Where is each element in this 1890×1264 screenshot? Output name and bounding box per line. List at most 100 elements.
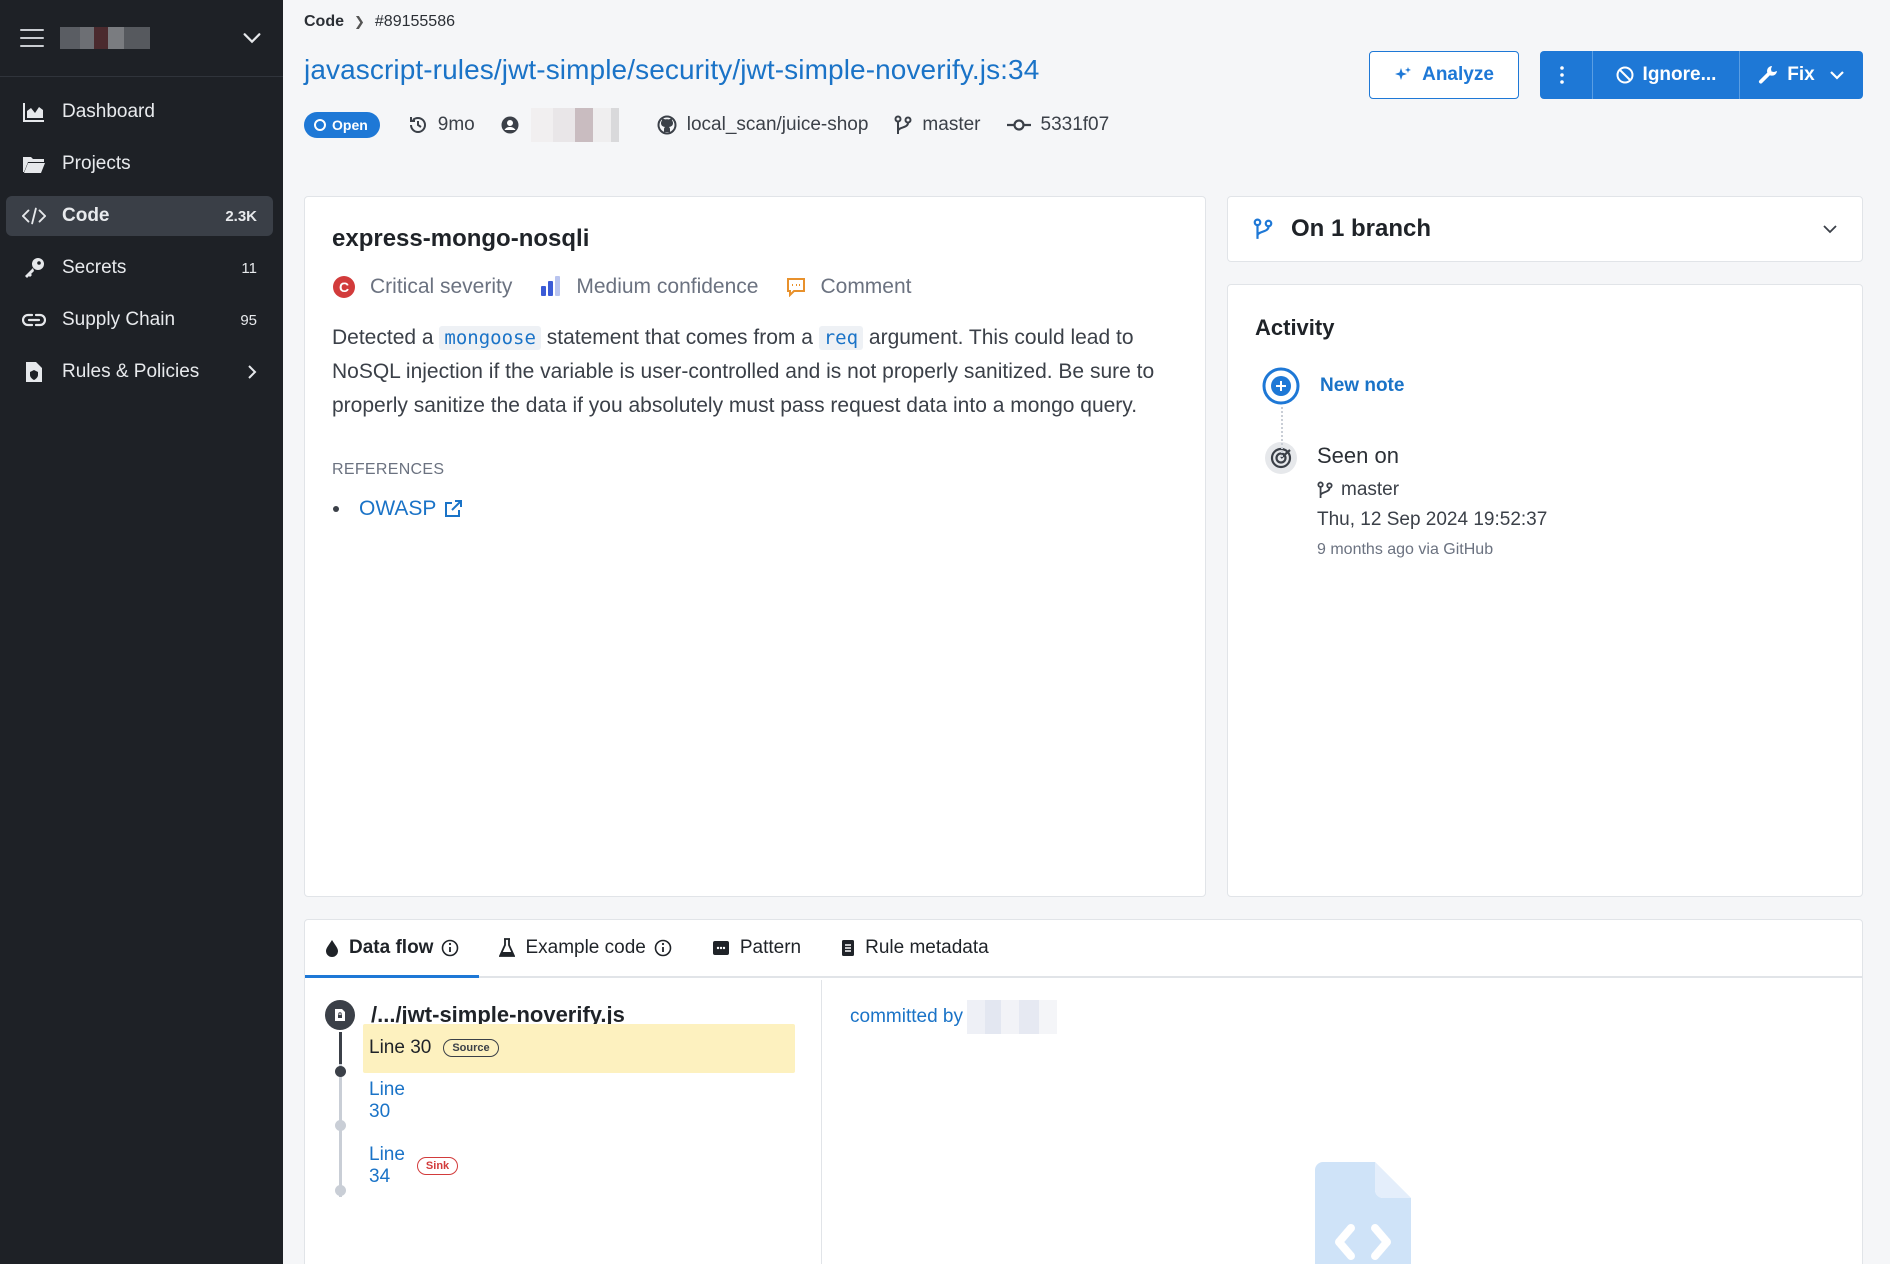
reference-link[interactable]: OWASP [359,497,436,521]
sidebar-item-code[interactable]: Code 2.3K [6,196,273,236]
dataflow-trace: /.../jwt-simple-noverify.js Line 30 Sour… [305,980,822,1264]
trace-step-label: Line 30 [369,1037,432,1058]
tab-label: Rule metadata [865,937,989,958]
status-badge: Open [304,112,380,138]
code-icon [22,204,46,228]
chevron-down-icon [1829,71,1844,80]
finding-author [501,108,631,142]
git-branch-icon [894,115,912,134]
chevron-down-icon[interactable] [241,27,263,49]
author-avatar-redacted [530,108,631,142]
trace-dot [335,1066,346,1077]
sparkle-icon [1395,67,1412,80]
activity-timeline: New note Seen on master Thu, 12 Sep 2024… [1255,367,1835,559]
trace-step-box[interactable]: Line 34 Sink [363,1142,459,1191]
droplet-icon [326,940,338,957]
repo-link[interactable]: local_scan/juice-shop [657,114,868,136]
tab-rule-metadata[interactable]: Rule metadata [821,920,1009,976]
finding-meta: Open 9mo local_scan/juice-shop master 53… [304,108,1135,142]
seen-on-body: Seen on master Thu, 12 Sep 2024 19:52:37… [1317,439,1547,559]
fix-label: Fix [1787,64,1815,85]
sidebar-item-supply-chain[interactable]: Supply Chain 95 [6,300,273,340]
chevron-right-icon: ❯ [354,14,365,29]
sidebar-item-label: Code [62,205,110,226]
trace-step-box[interactable]: Line 30 Source [363,1023,795,1073]
trace-step-box[interactable]: Line 30 [363,1077,405,1126]
new-note-button[interactable]: New note [1320,367,1404,405]
chevron-right-icon [248,365,257,379]
tab-pattern[interactable]: Pattern [692,920,821,976]
reference-item[interactable]: OWASP [332,497,1178,521]
trace-step-label[interactable]: Line 34 [369,1144,405,1188]
tab-label: Data flow [349,937,434,958]
finding-title[interactable]: javascript-rules/jwt-simple/security/jwt… [304,54,1039,86]
inline-code: req [818,326,864,350]
source-badge: Source [443,1039,499,1057]
kebab-icon [1559,66,1564,84]
chart-icon [22,100,46,124]
branch-label: master [922,114,981,135]
analyze-label: Analyze [1422,64,1494,85]
more-actions-button[interactable] [1540,51,1593,99]
tab-example-code[interactable]: Example code [479,920,691,976]
tab-label: Example code [525,937,646,958]
fix-button[interactable]: Fix [1740,51,1863,99]
user-circle-icon [501,116,519,134]
activity-title: Activity [1255,315,1335,340]
folder-icon [22,152,46,176]
document-icon [842,940,855,956]
github-icon [657,115,677,135]
critical-icon: C [333,276,355,298]
finding-actions: Analyze Ignore... Fix [1369,51,1863,99]
timeline-connector [1281,407,1283,457]
flask-icon [499,938,516,957]
rule-name: express-mongo-nosqli [332,225,590,252]
org-logo[interactable] [60,27,150,49]
committed-by-label: committed by [850,1006,963,1027]
seen-on-date: Thu, 12 Sep 2024 19:52:37 [1317,509,1548,530]
circle-icon [314,119,326,131]
file-lock-icon [325,1000,355,1030]
ignore-label: Ignore... [1642,64,1717,85]
trace-dot [335,1120,346,1131]
seen-on-title: Seen on [1317,443,1399,468]
info-icon [442,939,459,957]
commit-info: 5331f07 [1006,114,1110,136]
tab-label: Pattern [739,937,802,958]
rule-description: Detected a mongoose statement that comes… [332,321,1182,423]
breadcrumb-code-link[interactable]: Code [304,13,344,31]
ban-icon [1616,66,1634,84]
seen-on-branch: master [1317,479,1547,501]
tab-data-flow[interactable]: Data flow [305,920,480,978]
details-tabs: Data flow Example code Pattern Rule meta… [305,920,1862,978]
branches-dropdown[interactable]: On 1 branch [1227,196,1863,262]
sidebar-item-rules-policies[interactable]: Rules & Policies [6,352,273,392]
git-branch-icon [1317,481,1333,498]
commit-label: 5331f07 [1040,114,1110,135]
sidebar-item-label: Projects [62,153,131,174]
ignore-button[interactable]: Ignore... [1593,51,1740,99]
new-note-row[interactable]: New note [1255,367,1835,405]
severity-label: Critical severity [370,275,513,298]
rule-tags: C Critical severity Medium confidence Co… [332,275,1178,299]
trace-step-label[interactable]: Line 30 [369,1079,405,1123]
comment-label: Comment [820,275,912,298]
sink-badge: Sink [416,1157,459,1175]
inline-code: mongoose [439,326,541,350]
sidebar-nav: Dashboard Projects Code 2.3K Secrets 11 … [0,77,283,392]
rule-desc-text: statement that comes from a [546,326,813,349]
rule-card: express-mongo-nosqli C Critical severity… [304,196,1206,897]
sidebar-item-dashboard[interactable]: Dashboard [6,92,273,132]
breadcrumb: Code ❯ #89155586 [304,13,455,31]
trace-dot [335,1185,346,1196]
details-panel: Data flow Example code Pattern Rule meta… [304,919,1863,1264]
menu-icon[interactable] [20,29,44,47]
sidebar-item-projects[interactable]: Projects [6,144,273,184]
comment-tag[interactable]: Comment [786,275,912,299]
pattern-icon [712,941,729,955]
analyze-button[interactable]: Analyze [1369,51,1519,99]
sidebar-item-count: 95 [240,311,257,329]
file-shield-icon [22,360,46,384]
commit-author: committed by [850,1000,1057,1034]
sidebar-item-secrets[interactable]: Secrets 11 [6,248,273,288]
